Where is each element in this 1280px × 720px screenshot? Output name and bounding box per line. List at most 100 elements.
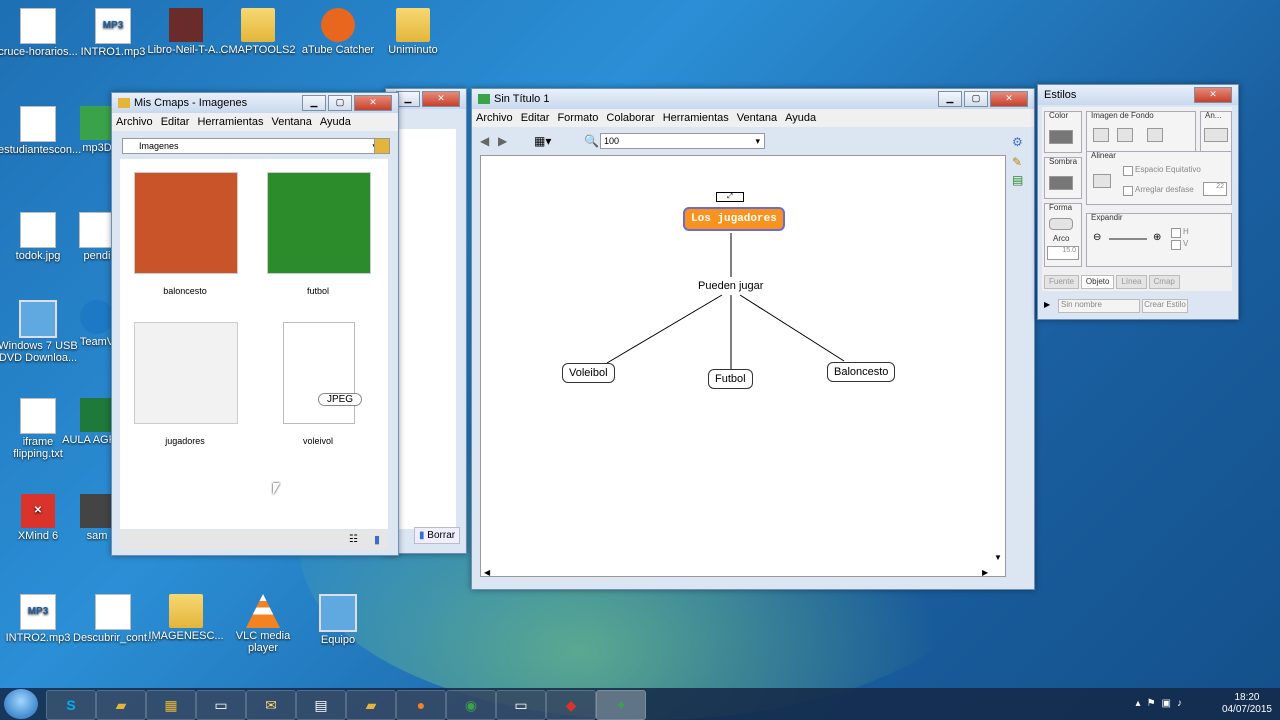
h-checkbox[interactable]: [1171, 228, 1181, 238]
taskbar-files[interactable]: ▰: [346, 690, 396, 720]
resize-handle-icon[interactable]: ⤢: [716, 192, 744, 202]
fix-offset-checkbox[interactable]: [1123, 186, 1133, 196]
up-folder-button[interactable]: [374, 138, 390, 154]
scroll-left-icon[interactable]: ◀: [484, 568, 490, 577]
taskbar-window[interactable]: ▭: [196, 690, 246, 720]
menu-item[interactable]: Archivo: [116, 116, 153, 128]
desktop-icon[interactable]: CMAPTOOLS2: [218, 8, 298, 56]
tool-brush-icon[interactable]: ✎: [1012, 155, 1028, 173]
tool-network-icon[interactable]: ⚙: [1012, 135, 1028, 149]
desktop-icon[interactable]: VLC media player: [223, 594, 303, 654]
close-button[interactable]: ✕: [990, 91, 1028, 107]
taskbar-display[interactable]: ▭: [496, 690, 546, 720]
delete-button[interactable]: ▮ Borrar: [414, 527, 461, 544]
equal-space-checkbox[interactable]: [1123, 166, 1133, 176]
tree-view-icon[interactable]: ☷: [349, 534, 358, 545]
taskbar-calculator[interactable]: ▤: [296, 690, 346, 720]
minus-icon[interactable]: ⊖: [1093, 232, 1101, 243]
arc-field[interactable]: 15.0: [1047, 246, 1079, 260]
menu-item[interactable]: Herramientas: [197, 116, 263, 128]
resource-thumbnail[interactable]: JPEG voleivol: [267, 322, 369, 446]
desktop-icon[interactable]: cruce-horarios...: [0, 8, 78, 58]
folder-select[interactable]: Imagenes ▾: [122, 138, 382, 154]
menu-item[interactable]: Editar: [161, 116, 190, 128]
maximize-button[interactable]: ▢: [328, 95, 352, 111]
shadow-picker[interactable]: [1049, 176, 1073, 190]
maximize-button[interactable]: ▢: [964, 91, 988, 107]
close-button[interactable]: ✕: [354, 95, 392, 111]
play-icon[interactable]: ▶: [1044, 300, 1050, 309]
desktop-icon[interactable]: Libro-Neil-T-A...: [146, 8, 226, 56]
minimize-button[interactable]: ▁: [302, 95, 326, 111]
desktop-icon[interactable]: Equipo: [298, 594, 378, 646]
bg-scale-button[interactable]: [1147, 128, 1163, 142]
clock[interactable]: 18:20 04/07/2015: [1222, 692, 1272, 716]
close-icon[interactable]: ✕: [422, 91, 460, 107]
taskbar-cmaptools[interactable]: ✦: [596, 690, 646, 720]
menu-item[interactable]: Archivo: [476, 112, 513, 124]
desktop-icon[interactable]: aTube Catcher: [298, 8, 378, 56]
v-checkbox[interactable]: [1171, 240, 1181, 250]
desktop-icon[interactable]: IMAGENESC...: [146, 594, 226, 642]
minimize-button[interactable]: ▁: [938, 91, 962, 107]
resource-thumbnail[interactable]: jugadores: [134, 322, 238, 446]
trash-icon[interactable]: ▮: [374, 533, 380, 546]
menu-item[interactable]: Formato: [557, 112, 598, 124]
menu-item[interactable]: Ayuda: [785, 112, 816, 124]
menu-item[interactable]: Colaborar: [606, 112, 654, 124]
minimize-icon[interactable]: ▁: [396, 91, 420, 107]
bg-image-button[interactable]: [1093, 128, 1109, 142]
taskbar-explorer[interactable]: ▦: [146, 690, 196, 720]
taskbar-chrome[interactable]: ◉: [446, 690, 496, 720]
flag-icon[interactable]: ⚑: [1147, 698, 1162, 709]
taskbar-folder[interactable]: ▰: [96, 690, 146, 720]
plus-icon[interactable]: ⊕: [1153, 232, 1161, 243]
an-field[interactable]: [1204, 128, 1228, 142]
menu-item[interactable]: Ventana: [271, 116, 311, 128]
desktop-icon[interactable]: MP3 INTRO2.mp3: [0, 594, 78, 644]
start-button[interactable]: [4, 689, 38, 719]
offset-field[interactable]: 22: [1203, 182, 1227, 196]
zoom-select[interactable]: 100 ▾: [600, 133, 765, 149]
menu-item[interactable]: Ayuda: [320, 116, 351, 128]
concept-root[interactable]: Los jugadores: [683, 207, 785, 231]
taskbar-skype[interactable]: S: [46, 690, 96, 720]
expand-slider[interactable]: [1109, 238, 1147, 240]
bg-position-button[interactable]: [1117, 128, 1133, 142]
style-tab[interactable]: Fuente: [1044, 275, 1079, 289]
menu-item[interactable]: Herramientas: [663, 112, 729, 124]
back-arrow-icon[interactable]: ◀: [480, 134, 489, 148]
scroll-down-icon[interactable]: ▼: [994, 553, 1002, 562]
tool-list-icon[interactable]: ▤: [1012, 173, 1028, 187]
taskbar-firefox[interactable]: ●: [396, 690, 446, 720]
network-icon[interactable]: ▣: [1162, 698, 1177, 709]
menu-item[interactable]: Editar: [521, 112, 550, 124]
style-tab[interactable]: Cmap: [1148, 275, 1180, 289]
color-picker[interactable]: [1049, 130, 1073, 144]
close-button[interactable]: ✕: [1194, 87, 1232, 103]
resource-thumbnail[interactable]: baloncesto: [134, 172, 238, 296]
menu-item[interactable]: Ventana: [737, 112, 777, 124]
desktop-icon[interactable]: Uniminuto: [373, 8, 453, 56]
concept-voleibol[interactable]: Voleibol: [562, 363, 615, 383]
create-style-button[interactable]: Crear Estilo: [1142, 299, 1188, 313]
linking-phrase[interactable]: Pueden jugar: [698, 280, 764, 292]
desktop-icon[interactable]: Descubrir_cont...: [73, 594, 156, 644]
chevron-up-icon[interactable]: ▴: [1136, 698, 1147, 709]
style-tab[interactable]: Línea: [1116, 275, 1147, 289]
taskbar-paint[interactable]: ◆: [546, 690, 596, 720]
style-tab[interactable]: Objeto: [1080, 275, 1115, 289]
taskbar-mail[interactable]: ✉: [246, 690, 296, 720]
desktop-icon[interactable]: MP3 INTRO1.mp3: [73, 8, 153, 58]
volume-icon[interactable]: ♪: [1177, 698, 1188, 709]
scroll-right-icon[interactable]: ▶: [982, 568, 988, 577]
view-menu-icon[interactable]: ▦▾: [534, 134, 551, 148]
align-button[interactable]: [1093, 174, 1111, 188]
concept-baloncesto[interactable]: Baloncesto: [827, 362, 896, 382]
forward-arrow-icon[interactable]: ▶: [498, 134, 507, 148]
shape-picker[interactable]: [1049, 218, 1073, 230]
resource-thumbnail[interactable]: futbol: [267, 172, 371, 296]
zoom-icon[interactable]: 🔍: [584, 134, 599, 148]
style-name-field[interactable]: Sin nombre: [1058, 299, 1140, 313]
concept-futbol[interactable]: Futbol: [708, 369, 753, 389]
